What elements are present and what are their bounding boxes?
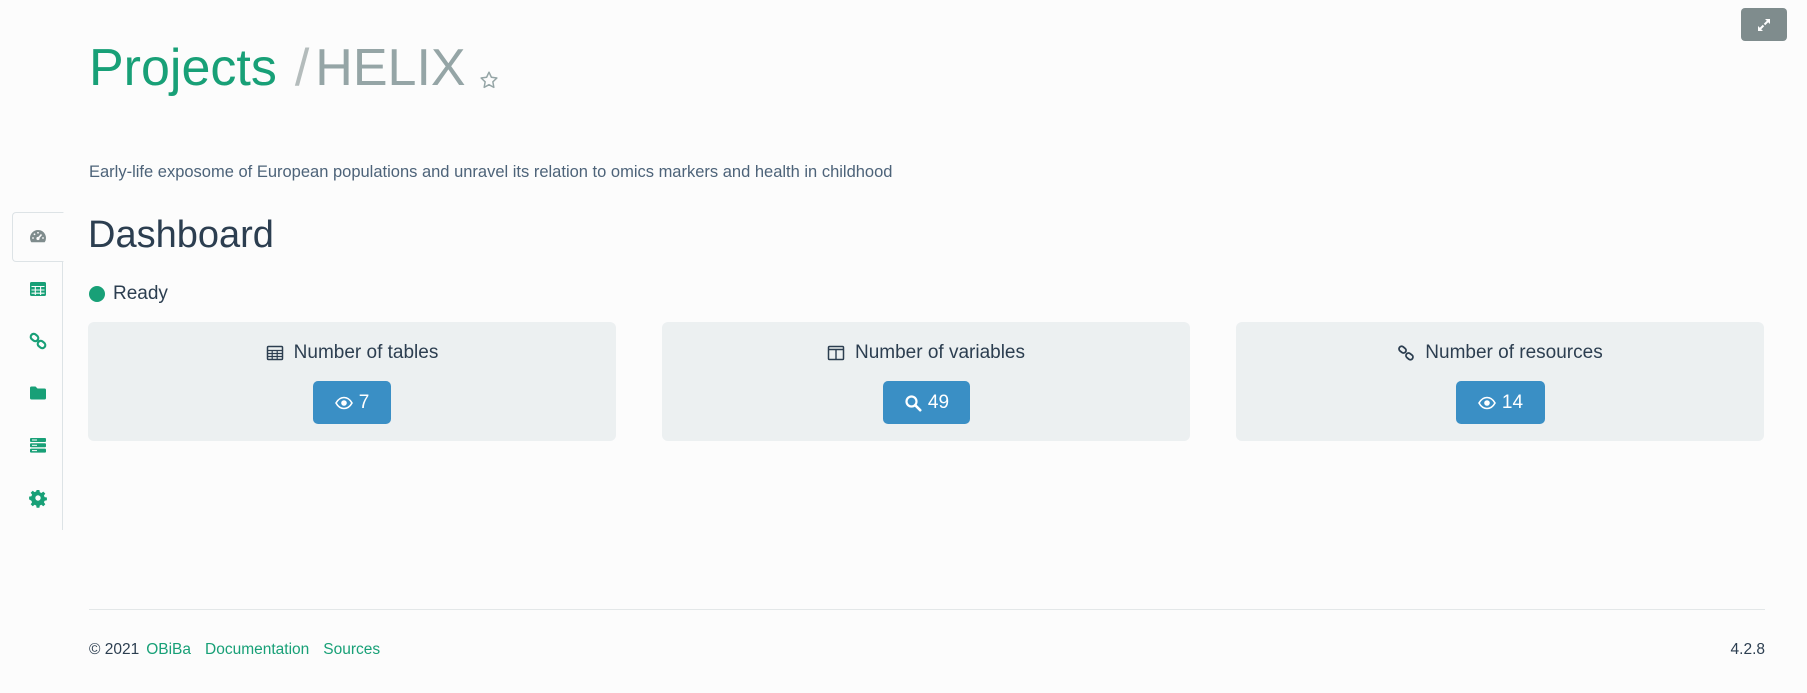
tables-count: 7 bbox=[358, 391, 370, 413]
dashboard-title: Dashboard bbox=[88, 214, 274, 256]
card-variables-label: Number of variables bbox=[854, 342, 1026, 363]
app-version: 4.2.8 bbox=[1730, 641, 1765, 658]
folder-icon bbox=[29, 386, 46, 400]
search-variables-button[interactable]: 49 bbox=[883, 381, 970, 424]
footer-link-sources[interactable]: Sources bbox=[323, 641, 380, 659]
expand-arrows-icon bbox=[1758, 18, 1770, 31]
link-icon bbox=[29, 332, 46, 350]
status-indicator: Ready bbox=[89, 283, 168, 305]
sidebar-item-files[interactable] bbox=[12, 368, 63, 418]
page-title: Projects / HELIX bbox=[89, 38, 500, 98]
status-text: Ready bbox=[113, 283, 168, 304]
table-icon bbox=[29, 282, 46, 296]
eye-icon bbox=[1478, 396, 1496, 409]
variables-count: 49 bbox=[927, 391, 950, 413]
card-tables-label: Number of tables bbox=[293, 342, 439, 363]
eye-icon bbox=[334, 396, 353, 409]
columns-icon bbox=[827, 345, 845, 361]
link-icon bbox=[1398, 345, 1415, 361]
search-icon bbox=[905, 394, 922, 411]
copyright: © 2021 bbox=[89, 641, 140, 658]
dashboard-icon bbox=[30, 230, 46, 243]
gear-icon bbox=[28, 490, 47, 508]
expand-button[interactable] bbox=[1741, 8, 1787, 41]
card-tables-header: Number of tables bbox=[88, 342, 616, 364]
sidebar-item-resources[interactable] bbox=[12, 316, 63, 366]
status-dot bbox=[89, 286, 105, 302]
card-resources-header: Number of resources bbox=[1236, 342, 1764, 364]
view-resources-button[interactable]: 14 bbox=[1456, 381, 1545, 424]
project-description: Early-life exposome of European populati… bbox=[89, 163, 893, 181]
star-outline-icon[interactable] bbox=[478, 69, 500, 91]
footer-divider bbox=[89, 609, 1765, 610]
footer-link-documentation[interactable]: Documentation bbox=[205, 641, 309, 659]
card-resources-label: Number of resources bbox=[1425, 342, 1603, 363]
sidebar-item-settings[interactable] bbox=[12, 473, 63, 523]
card-resources: Number of resources 14 bbox=[1236, 322, 1764, 441]
sidebar-item-tables[interactable] bbox=[12, 264, 63, 314]
footer: © 2021 OBiBa Documentation Sources bbox=[89, 641, 394, 659]
card-tables: Number of tables 7 bbox=[88, 322, 616, 441]
view-tables-button[interactable]: 7 bbox=[313, 381, 391, 424]
sidebar-nav bbox=[12, 212, 64, 530]
footer-link-obiba[interactable]: OBiBa bbox=[146, 641, 191, 659]
resources-count: 14 bbox=[1501, 391, 1524, 413]
sidebar-item-data-sources[interactable] bbox=[12, 420, 63, 470]
server-icon bbox=[29, 438, 46, 453]
table-icon bbox=[266, 345, 283, 361]
breadcrumb-projects-link[interactable]: Projects bbox=[89, 38, 277, 98]
card-variables-header: Number of variables bbox=[662, 342, 1190, 364]
sidebar-item-dashboard[interactable] bbox=[12, 212, 64, 262]
breadcrumb-separator: / bbox=[294, 39, 310, 97]
project-name: HELIX bbox=[315, 39, 466, 97]
card-variables: Number of variables 49 bbox=[662, 322, 1190, 441]
